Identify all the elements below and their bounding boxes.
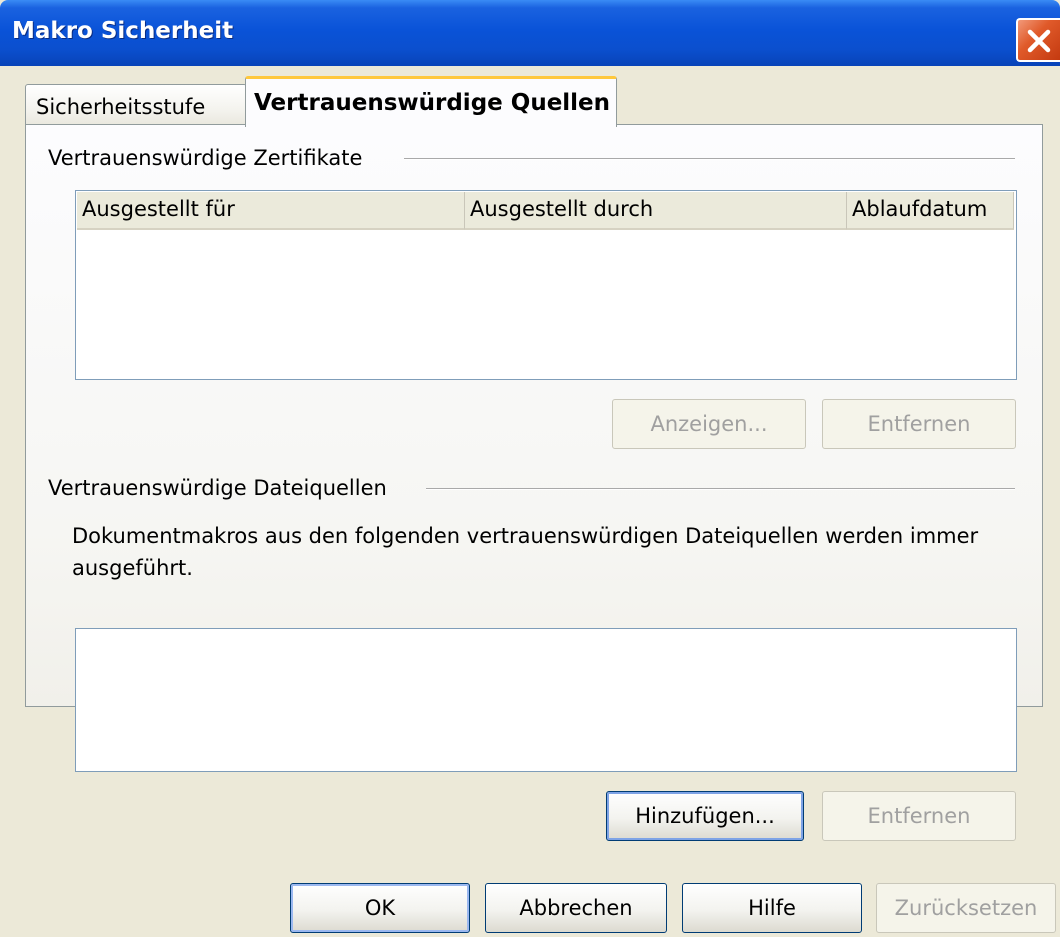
view-certificate-button[interactable]: Anzeigen... bbox=[612, 399, 806, 449]
remove-certificate-button[interactable]: Entfernen bbox=[822, 399, 1016, 449]
column-header-issued-by[interactable]: Ausgestellt durch bbox=[465, 192, 847, 230]
column-header-issued-to[interactable]: Ausgestellt für bbox=[77, 192, 465, 230]
add-file-source-button[interactable]: Hinzufügen... bbox=[606, 791, 804, 841]
tab-security-level[interactable]: Sicherheitsstufe bbox=[25, 84, 247, 126]
column-header-expiration[interactable]: Ablaufdatum bbox=[847, 192, 1014, 230]
remove-file-source-button[interactable]: Entfernen bbox=[822, 791, 1016, 841]
file-sources-group-divider bbox=[426, 488, 1015, 490]
tab-trusted-sources[interactable]: Vertrauenswürdige Quellen bbox=[245, 76, 617, 127]
file-sources-group-title: Vertrauenswürdige Dateiquellen bbox=[48, 476, 387, 500]
reset-button[interactable]: Zurücksetzen bbox=[876, 883, 1056, 933]
title-bar[interactable]: Makro Sicherheit bbox=[0, 0, 1060, 66]
file-sources-description: Dokumentmakros aus den folgenden vertrau… bbox=[72, 524, 979, 580]
help-button[interactable]: Hilfe bbox=[682, 883, 862, 933]
certificates-group-title: Vertrauenswürdige Zertifikate bbox=[48, 146, 363, 170]
ok-button[interactable]: OK bbox=[290, 883, 470, 933]
file-sources-list[interactable] bbox=[75, 628, 1017, 772]
certificates-group-divider bbox=[404, 158, 1015, 160]
macro-security-dialog: Makro Sicherheit Sicherheitsstufe Vertra… bbox=[0, 0, 1060, 937]
close-button[interactable] bbox=[1016, 18, 1060, 62]
cancel-button[interactable]: Abbrechen bbox=[485, 883, 667, 933]
close-icon bbox=[1027, 29, 1051, 53]
window-title: Makro Sicherheit bbox=[12, 18, 234, 44]
certificates-list[interactable]: Ausgestellt für Ausgestellt durch Ablauf… bbox=[75, 190, 1017, 380]
